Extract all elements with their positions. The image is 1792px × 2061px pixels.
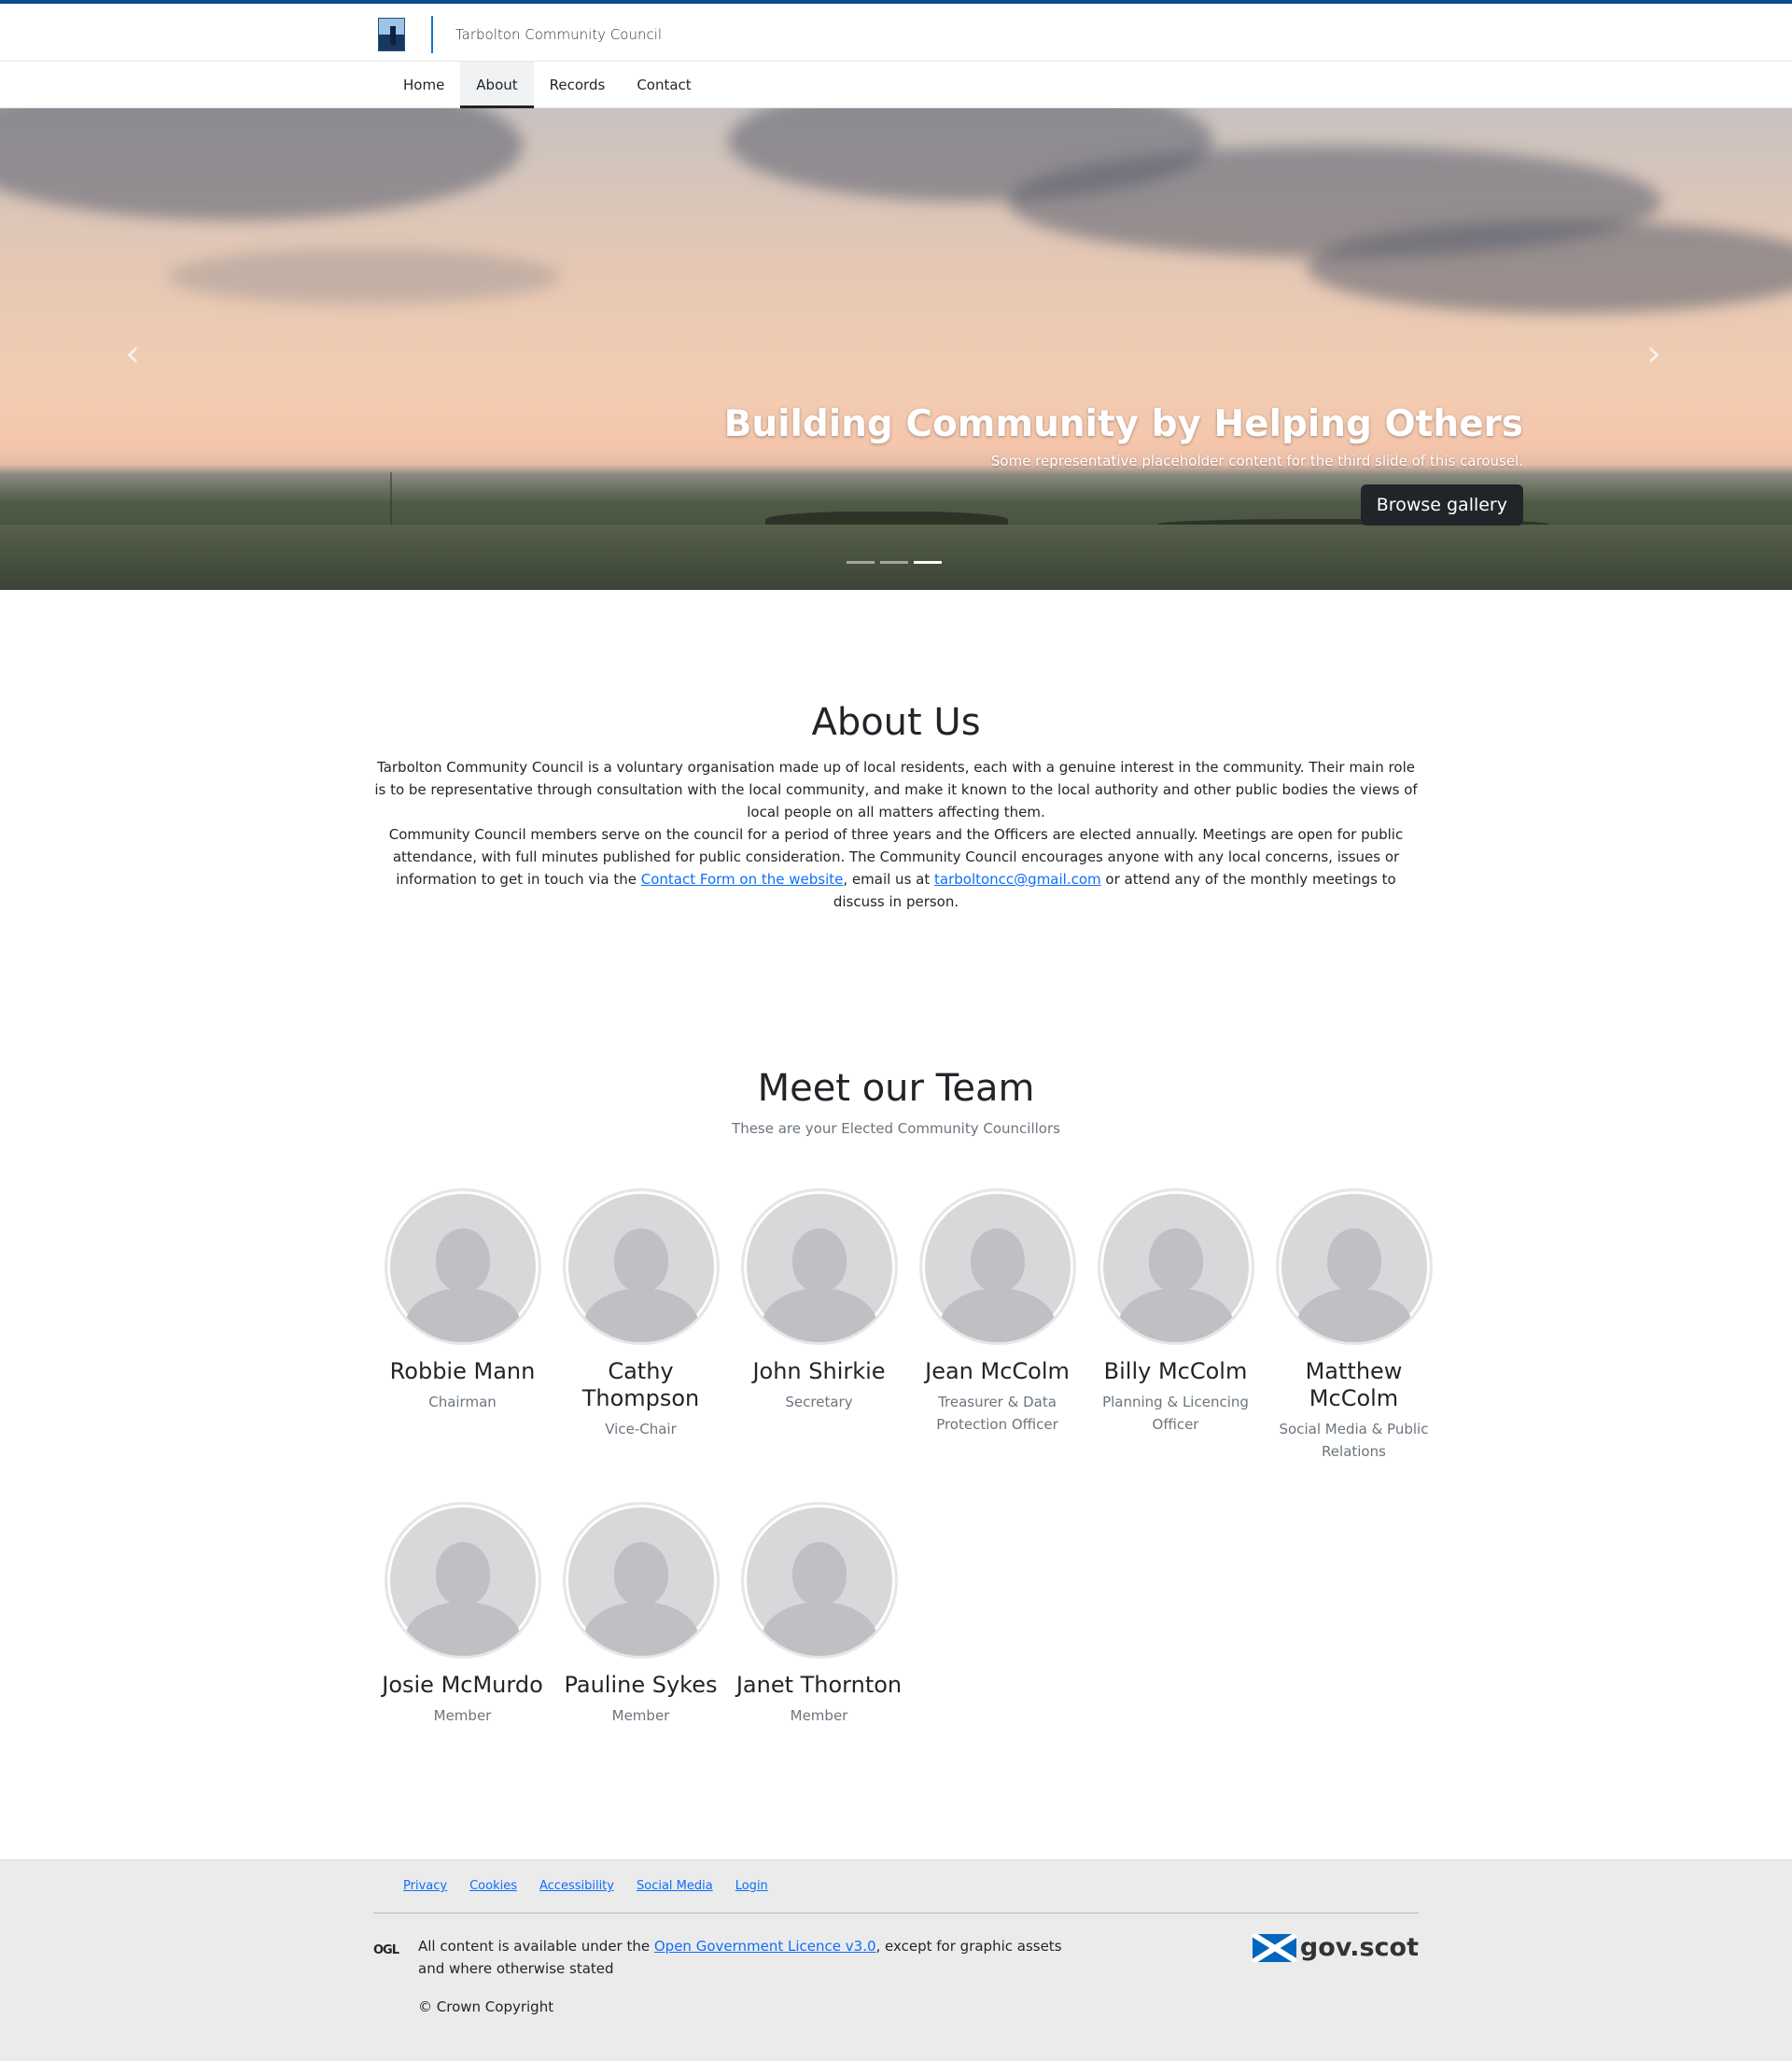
member-role: Secretary <box>785 1394 853 1410</box>
avatar-placeholder-icon <box>562 1502 720 1659</box>
contact-form-link[interactable]: Contact Form on the website <box>641 871 844 888</box>
site-footer: Privacy Cookies Accessibility Social Med… <box>0 1859 1792 2061</box>
member-role: Member <box>433 1707 492 1724</box>
avatar-placeholder-icon <box>384 1502 541 1659</box>
team-member-card: Cathy Thompson Vice-Chair <box>552 1188 730 1502</box>
browse-gallery-button[interactable]: Browse gallery <box>1360 484 1523 526</box>
member-name: Pauline Sykes <box>564 1672 718 1698</box>
member-role: Planning & Licencing Officer <box>1102 1394 1249 1433</box>
main-nav: Home About Records Contact <box>0 62 1792 108</box>
about-paragraph-2: Community Council members serve on the c… <box>373 823 1419 913</box>
team-member-card: Robbie Mann Chairman <box>373 1188 552 1502</box>
ogl-licence-link[interactable]: Open Government Licence v3.0 <box>654 1938 876 1955</box>
carousel-prev-icon[interactable]: ‹ <box>125 332 140 375</box>
member-role: Member <box>611 1707 670 1724</box>
about-section: About Us Tarbolton Community Council is … <box>373 700 1419 913</box>
crown-copyright: © Crown Copyright <box>418 1998 554 2015</box>
avatar-placeholder-icon <box>740 1502 898 1659</box>
about-text: , email us at <box>843 871 934 888</box>
about-title: About Us <box>811 701 981 744</box>
email-link[interactable]: tarboltoncc@gmail.com <box>934 871 1101 888</box>
team-member-card: Pauline Sykes Member <box>552 1502 730 1816</box>
nav-item-home[interactable]: Home <box>387 62 460 108</box>
avatar-placeholder-icon <box>740 1188 898 1345</box>
team-member-card: Janet Thornton Member <box>730 1502 908 1816</box>
team-title: Meet our Team <box>757 1067 1035 1110</box>
licence-text: All content is available under the Open … <box>418 1935 1062 1980</box>
carousel-indicator-1[interactable] <box>847 561 875 564</box>
brand[interactable]: Tarbolton Community Council <box>378 16 662 53</box>
footer-link-privacy[interactable]: Privacy <box>403 1879 447 1893</box>
member-name: John Shirkie <box>752 1358 886 1384</box>
avatar-placeholder-icon <box>1097 1188 1254 1345</box>
member-name: Jean McColm <box>925 1358 1070 1384</box>
team-subtitle: These are your Elected Community Council… <box>732 1120 1060 1137</box>
tarbolton-logo-icon[interactable] <box>378 18 405 51</box>
carousel-title: Building Community by Helping Others <box>723 403 1523 445</box>
govscot-logo[interactable]: gov.scot <box>1252 1933 1419 1962</box>
field-ground <box>0 525 1792 590</box>
nav-item-contact[interactable]: Contact <box>621 62 707 108</box>
brand-divider <box>431 16 433 53</box>
cloud-shape <box>1307 220 1792 314</box>
carousel-indicators <box>847 561 942 564</box>
site-name[interactable]: Tarbolton Community Council <box>455 26 662 43</box>
carousel-indicator-3[interactable] <box>914 561 942 564</box>
footer-links: Privacy Cookies Accessibility Social Med… <box>403 1879 768 1893</box>
footer-link-social-media[interactable]: Social Media <box>637 1879 713 1893</box>
member-name: Janet Thornton <box>735 1672 903 1698</box>
team-member-card: John Shirkie Secretary <box>730 1188 908 1502</box>
team-grid: Robbie Mann Chairman Cathy Thompson Vice… <box>373 1188 1443 1816</box>
member-name: Billy McColm <box>1103 1358 1248 1384</box>
footer-link-accessibility[interactable]: Accessibility <box>539 1879 614 1893</box>
member-role: Social Media & Public Relations <box>1279 1421 1429 1460</box>
member-role: Chairman <box>428 1394 497 1410</box>
govscot-label: gov.scot <box>1299 1933 1419 1962</box>
member-name: Josie McMurdo <box>382 1672 543 1698</box>
avatar-placeholder-icon <box>562 1188 720 1345</box>
ogl-logo-icon: OGL <box>373 1943 399 1957</box>
carousel-next-icon[interactable]: › <box>1646 332 1661 375</box>
cloud-shape <box>0 108 523 220</box>
carousel-caption: Building Community by Helping Others Som… <box>724 403 1523 526</box>
team-member-card: Josie McMurdo Member <box>373 1502 552 1816</box>
member-role: Treasurer & Data Protection Officer <box>936 1394 1058 1433</box>
team-member-card: Jean McColm Treasurer & Data Protection … <box>908 1188 1086 1502</box>
footer-divider <box>373 1913 1419 1914</box>
saltire-flag-icon <box>1252 1933 1296 1962</box>
member-name: Matthew McColm <box>1305 1358 1403 1411</box>
nav-item-records[interactable]: Records <box>534 62 622 108</box>
avatar-placeholder-icon <box>384 1188 541 1345</box>
nav-item-about[interactable]: About <box>460 62 534 108</box>
team-header: Meet our Team These are your Elected Com… <box>373 1066 1419 1137</box>
footer-link-cookies[interactable]: Cookies <box>469 1879 517 1893</box>
licence-text-part: All content is available under the <box>418 1938 654 1955</box>
carousel-indicator-2[interactable] <box>880 561 908 564</box>
team-member-card: Matthew McColm Social Media & Public Rel… <box>1265 1188 1443 1502</box>
avatar-placeholder-icon <box>1275 1188 1433 1345</box>
site-header: Tarbolton Community Council <box>0 4 1792 62</box>
avatar-placeholder-icon <box>918 1188 1076 1345</box>
team-member-card: Billy McColm Planning & Licencing Office… <box>1086 1188 1265 1502</box>
cloud-shape <box>168 248 560 304</box>
footer-link-login[interactable]: Login <box>735 1879 768 1893</box>
member-role: Vice-Chair <box>605 1421 677 1437</box>
hero-carousel: ‹ › Building Community by Helping Others… <box>0 108 1792 590</box>
about-paragraph-1: Tarbolton Community Council is a volunta… <box>374 759 1418 820</box>
member-role: Member <box>790 1707 848 1724</box>
member-name: Robbie Mann <box>389 1358 536 1384</box>
carousel-text: Some representative placeholder content … <box>990 452 1523 470</box>
member-name: Cathy Thompson <box>581 1358 700 1411</box>
